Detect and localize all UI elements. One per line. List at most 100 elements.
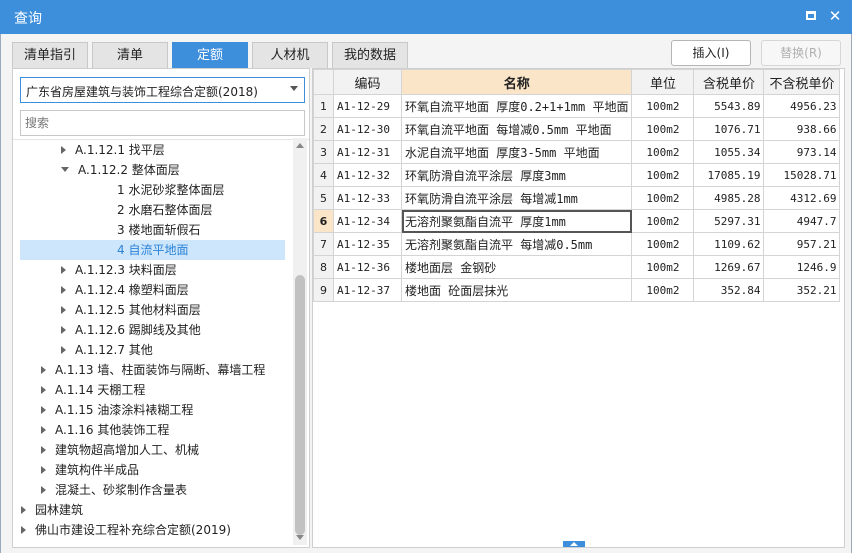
expand-right-icon[interactable] <box>41 405 46 414</box>
expand-right-icon[interactable] <box>61 145 66 154</box>
insert-button[interactable]: 插入(I) <box>671 40 751 66</box>
cell-name[interactable]: 楼地面 砼面层抹光 <box>400 278 633 302</box>
tree-node[interactable]: 3 楼地面斩假石 <box>117 220 200 240</box>
cell-code[interactable]: A1-12-32 <box>333 163 402 187</box>
cell-price-tax[interactable]: 5543.89 <box>693 94 765 118</box>
cell-unit[interactable]: 100m2 <box>631 140 695 164</box>
cell-unit[interactable]: 100m2 <box>631 209 695 233</box>
maximize-button[interactable] <box>802 7 820 25</box>
expand-right-icon[interactable] <box>41 485 46 494</box>
cell-code[interactable]: A1-12-29 <box>333 94 402 118</box>
column-header-price-notax[interactable]: 不含税单价 <box>763 69 841 95</box>
expand-right-icon[interactable] <box>61 285 66 294</box>
cell-price-tax[interactable]: 1109.62 <box>693 232 765 256</box>
tree-node[interactable]: A.1.15 油漆涂料裱糊工程 <box>41 400 193 420</box>
cell-name[interactable]: 环氧自流平地面 每增减0.5mm 平地面 <box>400 117 633 141</box>
cell-price-notax[interactable]: 957.21 <box>763 232 841 256</box>
expand-down-icon[interactable] <box>61 167 69 172</box>
cell-unit[interactable]: 100m2 <box>631 232 695 256</box>
tree-node[interactable]: 建筑物超高增加人工、机械 <box>41 440 199 460</box>
search-input[interactable] <box>20 110 305 136</box>
cell-price-tax[interactable]: 352.84 <box>693 278 765 302</box>
table-row[interactable]: 7 A1-12-35 无溶剂聚氨酯自流平 每增减0.5mm 100m2 1109.62 9… <box>313 232 841 256</box>
cell-unit[interactable]: 100m2 <box>631 255 695 279</box>
row-number[interactable]: 3 <box>313 140 334 164</box>
cell-name[interactable]: 环氧防滑自流平涂层 每增减1mm <box>400 186 633 210</box>
scroll-thumb[interactable] <box>295 275 305 535</box>
cell-price-tax[interactable]: 1076.71 <box>693 117 765 141</box>
row-number[interactable]: 4 <box>313 163 334 187</box>
expand-right-icon[interactable] <box>61 305 66 314</box>
cell-code[interactable]: A1-12-34 <box>333 209 402 233</box>
table-row[interactable]: 8 A1-12-36 楼地面层 金钢砂 100m2 1269.67 1246.9 <box>313 255 841 279</box>
table-row[interactable]: 5 A1-12-33 环氧防滑自流平涂层 每增减1mm 100m2 4985.28 431… <box>313 186 841 210</box>
cell-price-notax[interactable]: 4947.7 <box>763 209 841 233</box>
tree-node[interactable]: A.1.12.1 找平层 <box>61 140 165 160</box>
cell-code[interactable]: A1-12-37 <box>333 278 402 302</box>
table-row[interactable]: 3 A1-12-31 水泥自流平地面 厚度3-5mm 平地面 100m2 1055.34… <box>313 140 841 164</box>
tree-scrollbar[interactable] <box>293 138 307 545</box>
expand-right-icon[interactable] <box>41 465 46 474</box>
cell-unit[interactable]: 100m2 <box>631 94 695 118</box>
column-header-unit[interactable]: 单位 <box>631 69 695 95</box>
tab-labor-material[interactable]: 人材机 <box>252 42 328 68</box>
cell-name[interactable]: 水泥自流平地面 厚度3-5mm 平地面 <box>400 140 633 164</box>
library-select[interactable]: 广东省房屋建筑与装饰工程综合定额(2018) <box>20 77 305 103</box>
table-row[interactable]: 6 A1-12-34 无溶剂聚氨酯自流平 厚度1mm 100m2 5297.31 4947… <box>313 209 841 233</box>
cell-name[interactable]: 无溶剂聚氨酯自流平 厚度1mm <box>400 209 633 233</box>
cell-price-tax[interactable]: 1269.67 <box>693 255 765 279</box>
expand-right-icon[interactable] <box>61 265 66 274</box>
cell-code[interactable]: A1-12-36 <box>333 255 402 279</box>
cell-price-notax[interactable]: 4312.69 <box>763 186 841 210</box>
cell-code[interactable]: A1-12-31 <box>333 140 402 164</box>
cell-name[interactable]: 环氧防滑自流平涂层 厚度3mm <box>400 163 633 187</box>
table-row[interactable]: 2 A1-12-30 环氧自流平地面 每增减0.5mm 平地面 100m2 1076.7… <box>313 117 841 141</box>
tree-node[interactable]: A.1.12.2 整体面层 <box>61 160 180 180</box>
tree-node[interactable]: 2 水磨石整体面层 <box>117 200 212 220</box>
panel-splitter-handle[interactable] <box>563 541 585 547</box>
row-number[interactable]: 9 <box>313 278 334 302</box>
cell-price-notax[interactable]: 938.66 <box>763 117 841 141</box>
cell-name[interactable]: 楼地面层 金钢砂 <box>400 255 633 279</box>
row-number[interactable]: 1 <box>313 94 334 118</box>
cell-code[interactable]: A1-12-35 <box>333 232 402 256</box>
row-number[interactable]: 7 <box>313 232 334 256</box>
scroll-up-icon[interactable] <box>296 143 304 148</box>
tab-bill[interactable]: 清单 <box>92 42 168 68</box>
tab-bill-guide[interactable]: 清单指引 <box>12 42 88 68</box>
cell-price-notax[interactable]: 352.21 <box>763 278 841 302</box>
tree-node[interactable]: A.1.12.6 踢脚线及其他 <box>61 320 201 340</box>
column-header-name[interactable]: 名称 <box>400 69 633 95</box>
row-number[interactable]: 8 <box>313 255 334 279</box>
close-button[interactable]: ✕ <box>826 7 844 25</box>
cell-name[interactable]: 环氧自流平地面 厚度0.2+1+1mm 平地面 <box>400 94 633 118</box>
cell-price-notax[interactable]: 973.14 <box>763 140 841 164</box>
tree-node[interactable]: A.1.12.5 其他材料面层 <box>61 300 201 320</box>
tree-node[interactable]: A.1.16 其他装饰工程 <box>41 420 169 440</box>
expand-right-icon[interactable] <box>41 385 46 394</box>
expand-right-icon[interactable] <box>21 505 26 514</box>
cell-unit[interactable]: 100m2 <box>631 163 695 187</box>
expand-right-icon[interactable] <box>41 445 46 454</box>
cell-price-tax[interactable]: 4985.28 <box>693 186 765 210</box>
cell-code[interactable]: A1-12-33 <box>333 186 402 210</box>
cell-unit[interactable]: 100m2 <box>631 117 695 141</box>
tab-quota[interactable]: 定额 <box>172 42 248 68</box>
expand-right-icon[interactable] <box>21 525 26 534</box>
tree-node[interactable]: 1 水泥砂浆整体面层 <box>117 180 224 200</box>
expand-right-icon[interactable] <box>61 345 66 354</box>
cell-price-notax[interactable]: 4956.23 <box>763 94 841 118</box>
cell-code[interactable]: A1-12-30 <box>333 117 402 141</box>
column-header-price-tax[interactable]: 含税单价 <box>693 69 765 95</box>
row-number[interactable]: 2 <box>313 117 334 141</box>
tree-node[interactable]: 混凝土、砂浆制作含量表 <box>41 480 187 500</box>
scroll-down-icon[interactable] <box>296 535 304 540</box>
expand-right-icon[interactable] <box>41 425 46 434</box>
tree-node[interactable]: 佛山市建设工程补充综合定额(2019) <box>21 520 231 540</box>
tree-node[interactable]: 4 自流平地面 <box>20 240 285 260</box>
column-header-code[interactable]: 编码 <box>333 69 402 95</box>
cell-unit[interactable]: 100m2 <box>631 278 695 302</box>
replace-button[interactable]: 替换(R) <box>761 40 841 66</box>
cell-name[interactable]: 无溶剂聚氨酯自流平 每增减0.5mm <box>400 232 633 256</box>
cell-price-tax[interactable]: 5297.31 <box>693 209 765 233</box>
